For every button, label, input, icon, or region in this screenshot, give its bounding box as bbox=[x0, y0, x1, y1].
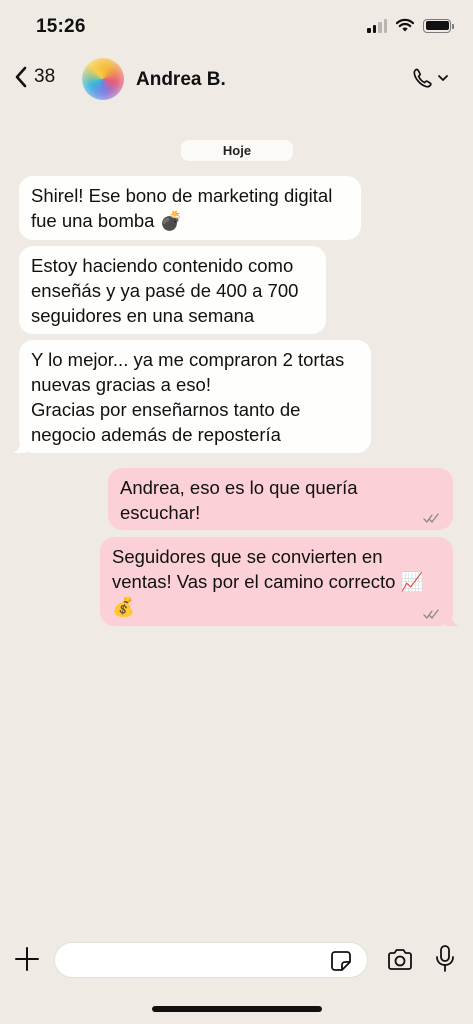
bubble-tail bbox=[12, 441, 26, 453]
plus-icon[interactable] bbox=[14, 946, 40, 972]
message-input[interactable] bbox=[54, 942, 368, 978]
status-bar: 15:26 bbox=[0, 0, 473, 56]
unread-count: 38 bbox=[34, 66, 56, 87]
wifi-icon bbox=[395, 18, 415, 32]
signal-icon bbox=[367, 18, 387, 33]
home-indicator[interactable] bbox=[152, 1006, 322, 1012]
back-button[interactable]: 38 bbox=[14, 65, 55, 89]
chevron-down-icon bbox=[438, 75, 448, 81]
battery-icon bbox=[423, 18, 454, 33]
camera-icon[interactable] bbox=[386, 948, 414, 972]
message-bubble-incoming[interactable]: Shirel! Ese bono de marketing digital fu… bbox=[19, 176, 361, 240]
message-bubble-outgoing[interactable]: Seguidores que se convierten en ventas! … bbox=[100, 537, 460, 626]
sticker-icon[interactable] bbox=[330, 950, 352, 972]
status-icons bbox=[367, 18, 454, 33]
double-check-icon bbox=[423, 513, 439, 523]
back-chevron-icon bbox=[15, 66, 27, 88]
date-separator: Hoje bbox=[181, 140, 293, 161]
message-composer bbox=[0, 936, 473, 986]
message-bubble-incoming[interactable]: Estoy haciendo contenido como enseñás y … bbox=[19, 246, 326, 334]
message-text: Shirel! Ese bono de marketing digital fu… bbox=[31, 185, 333, 231]
message-bubble-outgoing[interactable]: Andrea, eso es lo que quería escuchar! bbox=[108, 468, 453, 530]
message-bubble-incoming[interactable]: Y lo mejor... ya me compraron 2 tortas n… bbox=[12, 340, 371, 453]
message-text: Estoy haciendo contenido como enseñás y … bbox=[31, 255, 299, 326]
status-time: 15:26 bbox=[36, 16, 86, 37]
microphone-icon[interactable] bbox=[434, 944, 456, 974]
avatar[interactable] bbox=[82, 58, 124, 100]
bubble-tail bbox=[446, 614, 460, 626]
call-button[interactable] bbox=[411, 66, 449, 90]
message-text: Y lo mejor... ya me compraron 2 tortas n… bbox=[31, 349, 345, 445]
message-text: Seguidores que se convierten en ventas! … bbox=[112, 546, 424, 617]
phone-icon bbox=[413, 68, 432, 88]
contact-name[interactable]: Andrea B. bbox=[136, 69, 226, 91]
double-check-icon bbox=[423, 609, 439, 619]
chat-header: 38 Andrea B. bbox=[0, 56, 473, 106]
message-text: Andrea, eso es lo que quería escuchar! bbox=[120, 477, 358, 523]
